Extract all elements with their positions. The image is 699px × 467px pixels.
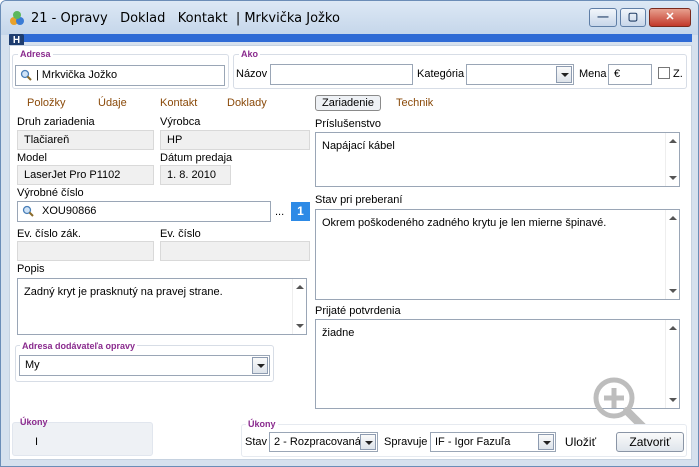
popis-label: Popis	[17, 263, 45, 275]
stav-scrollbar[interactable]	[665, 210, 679, 299]
tab-technik[interactable]: Technik	[396, 97, 433, 109]
tab-kontakt[interactable]: Kontakt	[160, 97, 197, 109]
z-checkbox[interactable]	[658, 67, 670, 79]
ellipsis-button[interactable]: ...	[275, 206, 284, 218]
ukony-left-value: I	[35, 436, 39, 448]
adresa-dod-select[interactable]: My	[19, 355, 270, 376]
popis-textarea[interactable]: Zadný kryt je prasknutý na pravej strane…	[17, 278, 307, 335]
model-field[interactable]: LaserJet Pro P1102	[17, 165, 154, 185]
potvrdenia-label: Prijaté potvrdenia	[315, 305, 401, 317]
app-logo-icon	[10, 11, 24, 25]
chevron-down-icon[interactable]	[556, 66, 572, 83]
stav-select[interactable]: 2 - Rozpracovaná	[269, 432, 378, 452]
druh-label: Druh zariadenia	[17, 116, 95, 128]
stav-preberani-value: Okrem poškodeného zadného krytu je len m…	[322, 217, 607, 229]
mena-label: Mena	[579, 68, 607, 80]
scroll-down-icon[interactable]	[669, 176, 677, 180]
druh-field[interactable]: Tlačiareň	[17, 130, 154, 150]
stav-preberani-textarea[interactable]: Okrem poškodeného zadného krytu je len m…	[315, 209, 680, 300]
chevron-down-icon[interactable]	[252, 357, 268, 374]
ukony-label: Úkony	[246, 419, 278, 429]
vyrobca-field[interactable]: HP	[160, 130, 310, 150]
potvrdenia-value: žiadne	[322, 327, 355, 339]
vyrobne-input[interactable]: XOU90866	[17, 201, 271, 222]
stav-value: 2 - Rozpracovaná	[274, 436, 361, 448]
kategoria-label: Kategória	[417, 68, 465, 80]
adresa-group-label: Adresa	[18, 49, 53, 59]
scroll-up-icon[interactable]	[669, 216, 677, 220]
minimize-button[interactable]: —	[589, 8, 617, 27]
prislusenstvo-textarea[interactable]: Napájací kábel	[315, 132, 680, 187]
datum-field[interactable]: 1. 8. 2010	[160, 165, 231, 185]
vyrobne-value: XOU90866	[42, 205, 97, 217]
title-bar: 21 - Opravy Doklad Kontakt | Mrkvička Jo…	[1, 1, 698, 35]
model-label: Model	[17, 152, 47, 164]
z-label: Z.	[673, 68, 683, 80]
tab-zariadenie[interactable]: Zariadenie	[315, 95, 381, 111]
tab-polozky[interactable]: Položky	[27, 97, 66, 109]
count-badge[interactable]: 1	[291, 202, 310, 221]
close-button[interactable]: ✕	[649, 8, 691, 27]
adresa-dod-label: Adresa dodávateľa opravy	[20, 341, 138, 351]
save-button[interactable]: Uložiť	[561, 432, 600, 452]
tab-doklady[interactable]: Doklady	[227, 97, 267, 109]
vyrobne-label: Výrobné číslo	[17, 187, 84, 199]
mena-input[interactable]: €	[608, 64, 652, 85]
form-client-area: Adresa | Mrkvička Jožko Ako Názov Kategó…	[9, 45, 692, 460]
popis-scrollbar[interactable]	[292, 279, 306, 334]
scroll-up-icon[interactable]	[669, 139, 677, 143]
kategoria-select[interactable]	[466, 64, 574, 85]
chevron-down-icon[interactable]	[538, 434, 554, 450]
header-bar	[9, 34, 692, 42]
maximize-button[interactable]: ▢	[620, 8, 646, 27]
chevron-down-icon[interactable]	[360, 434, 376, 450]
ev-field[interactable]	[160, 241, 310, 261]
scroll-down-icon[interactable]	[669, 289, 677, 293]
ukony-left-group	[12, 422, 153, 456]
close-form-button[interactable]: Zatvoriť	[616, 432, 684, 452]
scroll-up-icon[interactable]	[296, 285, 304, 289]
window-title: 21 - Opravy Doklad Kontakt | Mrkvička Jo…	[31, 11, 340, 26]
stav-label: Stav	[245, 436, 268, 448]
tab-udaje[interactable]: Údaje	[98, 97, 127, 109]
ako-group-label: Ako	[239, 49, 261, 59]
popis-value: Zadný kryt je prasknutý na pravej strane…	[24, 286, 223, 298]
ev-zak-label: Ev. číslo zák.	[17, 228, 81, 240]
adresa-input[interactable]: | Mrkvička Jožko	[15, 65, 225, 86]
nazov-input[interactable]	[270, 64, 413, 85]
vyrobca-label: Výrobca	[160, 116, 201, 128]
scroll-down-icon[interactable]	[669, 398, 677, 402]
scroll-up-icon[interactable]	[669, 326, 677, 330]
search-icon	[20, 69, 32, 81]
prislusenstvo-value: Napájací kábel	[322, 140, 395, 152]
stav-preberani-label: Stav pri preberaní	[315, 194, 403, 206]
datum-label: Dátum predaja	[160, 152, 233, 164]
scroll-down-icon[interactable]	[296, 324, 304, 328]
nazov-label: Názov	[236, 68, 268, 80]
spravuje-label: Spravuje	[384, 436, 428, 448]
prislusenstvo-scrollbar[interactable]	[665, 133, 679, 186]
prislusenstvo-label: Príslušenstvo	[315, 118, 382, 130]
spravuje-select[interactable]: IF - Igor Fazuľa	[430, 432, 556, 452]
ev-zak-field[interactable]	[17, 241, 154, 261]
adresa-dod-value: My	[25, 359, 40, 371]
ukony-left-label: Úkony	[20, 417, 48, 427]
app-window: 21 - Opravy Doklad Kontakt | Mrkvička Jo…	[0, 0, 699, 467]
adresa-value: | Mrkvička Jožko	[36, 69, 118, 81]
spravuje-value: IF - Igor Fazuľa	[435, 436, 511, 448]
search-icon	[22, 205, 34, 217]
ev-label: Ev. číslo	[160, 228, 201, 240]
